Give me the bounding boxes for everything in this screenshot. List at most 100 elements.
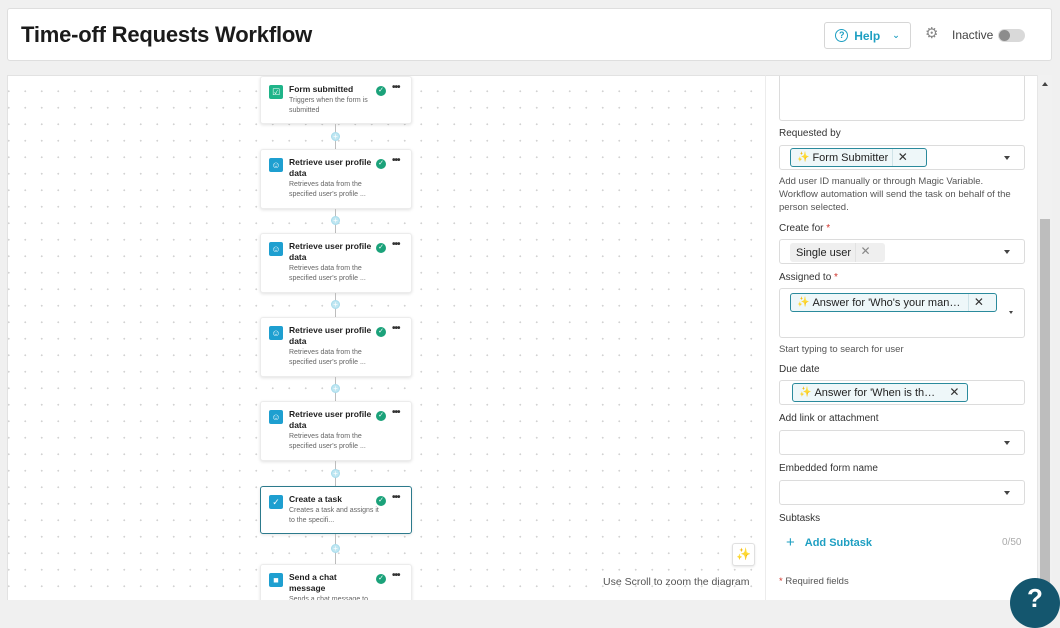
form-icon: ☑ <box>269 85 283 99</box>
more-options-icon[interactable]: ••• <box>392 239 400 250</box>
workflow-canvas[interactable]: ☑ Form submitted Triggers when the form is… <box>7 75 765 600</box>
workflow-node[interactable]: ☺ Retrieve user profile data Retrieves dat… <box>260 233 412 293</box>
checkbox-icon: ✓ <box>269 495 283 509</box>
question-circle-icon: ? <box>835 29 849 42</box>
scrollbar-thumb[interactable] <box>1040 219 1050 600</box>
required-mark: * <box>826 223 831 234</box>
requested-by-label: Requested by <box>779 128 841 139</box>
magic-wand-icon: ✨ <box>797 152 810 163</box>
add-step-button[interactable]: + <box>331 544 340 553</box>
help-button[interactable]: ? Help ⌄ <box>824 22 911 49</box>
help-fab-button[interactable]: ? <box>1010 578 1060 628</box>
workflow-node[interactable]: ☺ Retrieve user profile data Retrieves dat… <box>260 401 412 461</box>
remove-chip-icon[interactable]: ✕ <box>855 243 875 262</box>
requested-by-select[interactable]: ✨ Form Submitter ✕ <box>779 145 1025 170</box>
node-title: Retrieve user profile data <box>289 157 372 178</box>
node-description: Retrieves data from the specified user's… <box>289 433 366 450</box>
workflow-node[interactable]: ☺ Retrieve user profile data Retrieves dat… <box>260 149 412 209</box>
create-for-label: Create for * <box>779 223 830 234</box>
subtask-count: 0/50 <box>1002 537 1022 548</box>
user-icon: ☺ <box>269 158 283 172</box>
status-check-icon: ✓ <box>376 411 386 421</box>
requested-by-chip: ✨ Form Submitter ✕ <box>790 148 927 167</box>
workflow-node[interactable]: ☺ Retrieve user profile data Retrieves dat… <box>260 317 412 377</box>
more-options-icon[interactable]: ••• <box>392 492 400 503</box>
more-options-icon[interactable]: ••• <box>392 570 400 581</box>
more-options-icon[interactable]: ••• <box>392 82 400 93</box>
node-description: Retrieves data from the specified user's… <box>289 349 366 366</box>
status-check-icon: ✓ <box>376 496 386 506</box>
magic-layout-button[interactable]: ✨ <box>732 543 755 566</box>
assigned-to-label: Assigned to * <box>779 272 838 283</box>
chip-text: Form Submitter <box>812 151 889 164</box>
plus-icon: + <box>786 534 795 551</box>
chip-text: Answer for 'Who's your manager?' <box>812 296 965 309</box>
required-fields-note: * Required fields <box>779 576 849 587</box>
add-step-button[interactable]: + <box>331 384 340 393</box>
add-subtask-button[interactable]: + Add Subtask <box>786 534 872 551</box>
requested-by-help: Add user ID manually or through Magic Va… <box>779 176 1011 213</box>
node-title: Retrieve user profile data <box>289 409 372 430</box>
zoom-hint: Use Scroll to zoom the diagram <box>603 576 750 588</box>
status-label: Inactive <box>952 28 994 42</box>
add-step-button[interactable]: + <box>331 468 340 478</box>
status-check-icon: ✓ <box>376 159 386 169</box>
workflow-node[interactable]: ✓ Create a task Creates a task and assigns… <box>260 486 412 534</box>
add-subtask-label: Add Subtask <box>804 536 872 549</box>
chevron-down-icon: ⌄ <box>892 30 900 40</box>
caret-down-icon <box>1004 441 1010 445</box>
status-check-icon: ✓ <box>376 243 386 253</box>
status-check-icon: ✓ <box>376 327 386 337</box>
assigned-to-chip: ✨ Answer for 'Who's your manager?' ✕ <box>790 293 997 312</box>
more-options-icon[interactable]: ••• <box>392 155 400 166</box>
caret-down-icon <box>1009 311 1013 314</box>
toggle-knob <box>999 30 1010 41</box>
node-description: Creates a task and assigns it to the spe… <box>289 507 379 524</box>
assigned-to-help: Start typing to search for user <box>779 344 904 355</box>
panel-scrollbar[interactable] <box>1037 75 1052 600</box>
required-note-text: Required fields <box>785 576 849 587</box>
node-description: Sends a chat message to one or more spec… <box>289 596 368 600</box>
more-options-icon[interactable]: ••• <box>392 323 400 334</box>
more-options-icon[interactable]: ••• <box>392 407 400 418</box>
add-step-button[interactable]: + <box>331 131 340 141</box>
workflow-node[interactable]: ☑ Form submitted Triggers when the form is… <box>260 76 412 124</box>
page-title: Time-off Requests Workflow <box>21 22 313 47</box>
node-title: Send a chat message <box>289 572 337 593</box>
create-for-select[interactable]: Single user ✕ <box>779 239 1025 264</box>
scroll-up-arrow-icon[interactable] <box>1042 82 1048 86</box>
gear-icon[interactable]: ⚙ <box>925 26 940 41</box>
create-for-label-text: Create for <box>779 223 824 234</box>
magic-wand-icon: ✨ <box>736 547 751 561</box>
link-attachment-select[interactable] <box>779 430 1025 455</box>
due-date-field[interactable]: ✨ Answer for 'When is th… ✕ <box>779 380 1025 405</box>
node-description: Retrieves data from the specified user's… <box>289 265 366 282</box>
remove-chip-icon[interactable]: ✕ <box>968 294 988 311</box>
user-icon: ☺ <box>269 326 283 340</box>
user-icon: ☺ <box>269 242 283 256</box>
node-title: Create a task <box>289 494 342 504</box>
assigned-to-select[interactable]: ✨ Answer for 'Who's your manager?' ✕ <box>779 288 1025 338</box>
caret-down-icon <box>1004 156 1010 160</box>
assigned-to-label-text: Assigned to <box>779 272 832 283</box>
remove-chip-icon[interactable]: ✕ <box>892 149 912 166</box>
embedded-form-select[interactable] <box>779 480 1025 505</box>
due-date-label: Due date <box>779 364 820 375</box>
node-description: Retrieves data from the specified user's… <box>289 181 366 198</box>
add-step-button[interactable]: + <box>331 216 340 225</box>
active-toggle[interactable] <box>998 29 1025 42</box>
required-mark: * <box>834 272 838 283</box>
user-icon: ☺ <box>269 410 283 424</box>
create-for-chip: Single user ✕ <box>790 243 885 262</box>
chip-text: Single user <box>796 246 852 259</box>
chip-text: Answer for 'When is th… <box>814 386 936 399</box>
remove-chip-icon[interactable]: ✕ <box>944 384 964 401</box>
magic-wand-icon: ✨ <box>797 297 810 308</box>
help-fab-label: ? <box>1027 583 1043 613</box>
help-button-label: Help <box>854 28 881 43</box>
description-textarea[interactable] <box>779 76 1025 121</box>
status-check-icon: ✓ <box>376 86 386 96</box>
add-step-button[interactable]: + <box>331 300 340 309</box>
task-settings-panel: Requested by ✨ Form Submitter ✕ Add user… <box>765 75 1037 600</box>
workflow-node[interactable]: ■ Send a chat message Sends a chat message… <box>260 564 412 600</box>
